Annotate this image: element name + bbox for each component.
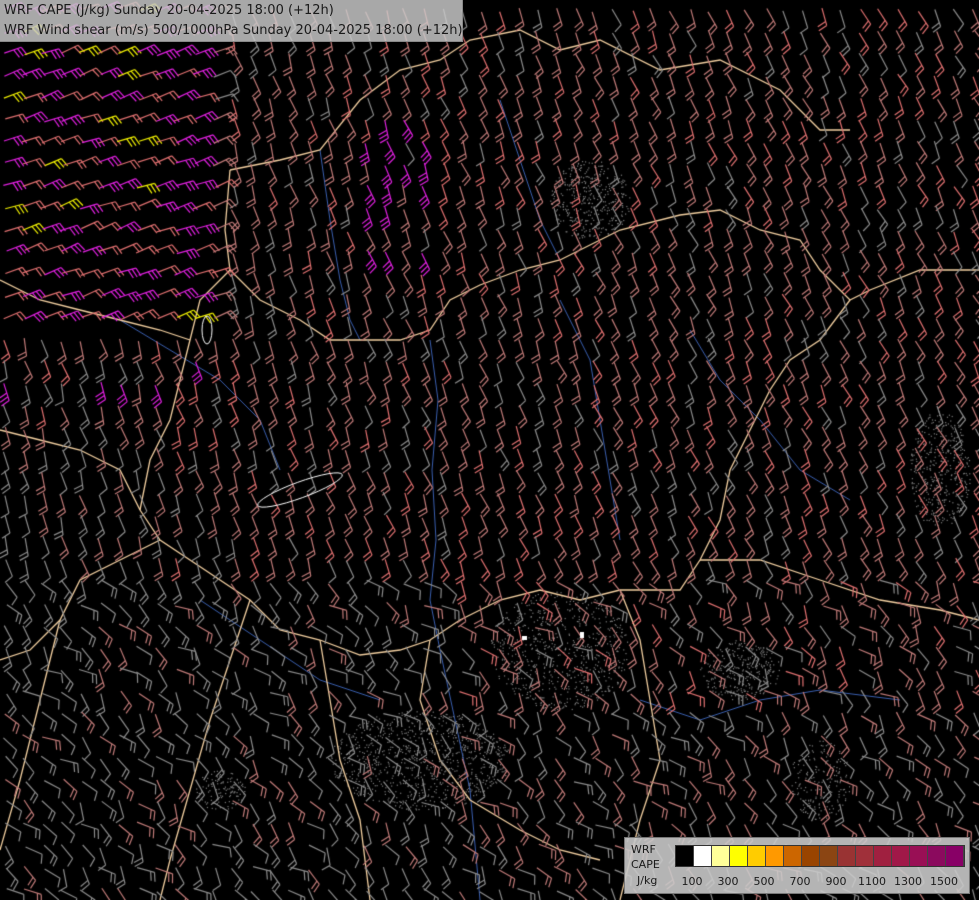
map-title-box: WRF CAPE (J/kg) Sunday 20-04-2025 18:00 … [0, 0, 463, 42]
legend-label-unit: J/kg [637, 874, 658, 887]
legend-swatch [856, 846, 874, 866]
legend-tick: 100 [681, 875, 703, 888]
legend-swatch [838, 846, 856, 866]
legend-swatch [730, 846, 748, 866]
legend-swatch [910, 846, 928, 866]
legend-swatch [784, 846, 802, 866]
legend-label-wrf: WRF [631, 843, 656, 856]
legend-swatch [946, 846, 964, 866]
legend-swatch [820, 846, 838, 866]
legend-tick: 300 [717, 875, 739, 888]
legend-swatch [712, 846, 730, 866]
legend-tick: 700 [789, 875, 811, 888]
legend-swatch [748, 846, 766, 866]
legend-label-cape: CAPE [631, 858, 660, 871]
legend-tick: 900 [825, 875, 847, 888]
legend-swatch [802, 846, 820, 866]
legend-swatch [892, 846, 910, 866]
wind-shear-title: WRF Wind shear (m/s) 500/1000hPa Sunday … [4, 23, 463, 38]
weather-map [0, 0, 979, 900]
cape-title: WRF CAPE (J/kg) Sunday 20-04-2025 18:00 … [4, 3, 334, 18]
legend-swatch [766, 846, 784, 866]
legend-swatch [676, 846, 694, 866]
legend-tick: 1300 [894, 875, 922, 888]
legend-swatch [694, 846, 712, 866]
legend-swatches [675, 845, 965, 867]
legend-tick: 1500 [930, 875, 958, 888]
legend-tick: 500 [753, 875, 775, 888]
cape-legend: WRF CAPE J/kg 100 300 500 700 900 1100 1300 150… [624, 837, 970, 894]
legend-tick: 1100 [858, 875, 886, 888]
legend-swatch [928, 846, 946, 866]
legend-swatch [874, 846, 892, 866]
